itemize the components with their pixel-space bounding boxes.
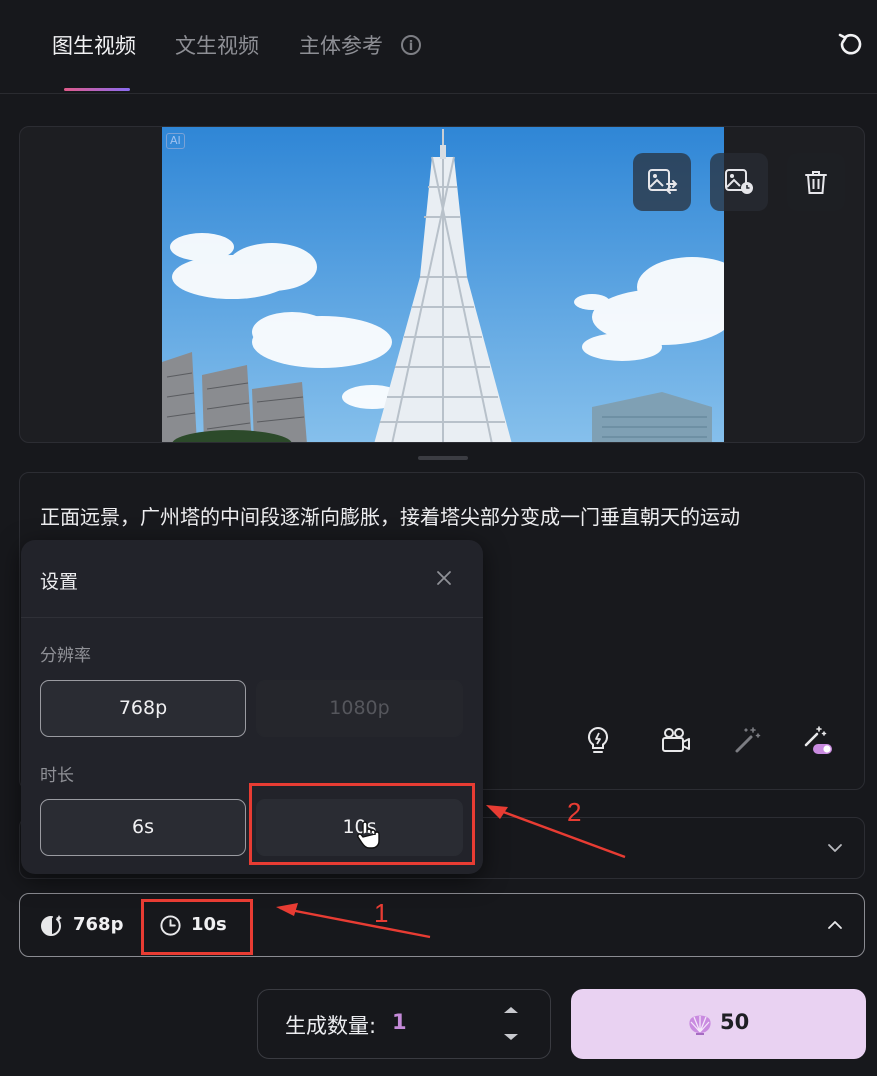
- annotation-box-duration: [141, 899, 253, 955]
- tab-image-to-video[interactable]: 图生视频: [52, 30, 136, 60]
- tab-subject-reference[interactable]: 主体参考: [299, 30, 383, 60]
- increment-icon[interactable]: [502, 1006, 520, 1014]
- close-icon[interactable]: [434, 568, 454, 588]
- annotation-number-1: 1: [374, 898, 389, 928]
- resolution-icon: [41, 915, 62, 936]
- chevron-down-icon[interactable]: [827, 840, 843, 856]
- resolution-option-768p[interactable]: 768p: [40, 680, 246, 737]
- resize-handle[interactable]: [418, 456, 468, 460]
- delete-image-button[interactable]: [787, 153, 845, 211]
- decrement-icon[interactable]: [502, 1033, 520, 1041]
- magic-wand-toggle-icon[interactable]: [801, 724, 833, 756]
- annotation-arrows: [276, 805, 626, 939]
- popup-title: 设置: [40, 571, 79, 593]
- shell-icon: [689, 1015, 711, 1035]
- magic-wand-icon[interactable]: [731, 724, 763, 756]
- active-tab-indicator: [64, 88, 130, 91]
- lightbulb-icon[interactable]: [582, 724, 614, 756]
- quantity-label: 生成数量:: [285, 1014, 377, 1038]
- current-resolution: 768p: [73, 914, 124, 935]
- generate-button[interactable]: [571, 989, 866, 1059]
- resolution-label: 分辨率: [40, 646, 91, 666]
- resolution-option-1080p[interactable]: 1080p: [256, 680, 463, 737]
- refresh-icon[interactable]: [836, 30, 864, 58]
- replace-image-button[interactable]: [633, 153, 691, 211]
- annotation-number-2: 2: [567, 797, 582, 827]
- chevron-up-icon[interactable]: [827, 917, 843, 933]
- duration-label: 时长: [40, 766, 74, 786]
- popup-divider: [21, 617, 483, 618]
- ai-badge: AI: [166, 133, 185, 149]
- trash-icon: [805, 171, 827, 194]
- camera-movement-icon[interactable]: [660, 724, 692, 756]
- generate-cost: 50: [720, 1010, 750, 1034]
- tab-text-to-video[interactable]: 文生视频: [175, 30, 259, 60]
- duration-option-6s[interactable]: 6s: [40, 799, 246, 856]
- prompt-text[interactable]: 正面远景，广州塔的中间段逐渐向膨胀，接着塔尖部分变成一门垂直朝天的运动: [40, 501, 740, 530]
- image-history-icon: [725, 169, 753, 194]
- replace-image-icon: [648, 169, 678, 194]
- image-history-button[interactable]: [710, 153, 768, 211]
- quantity-value: 1: [392, 1010, 407, 1034]
- info-icon[interactable]: i: [401, 35, 421, 55]
